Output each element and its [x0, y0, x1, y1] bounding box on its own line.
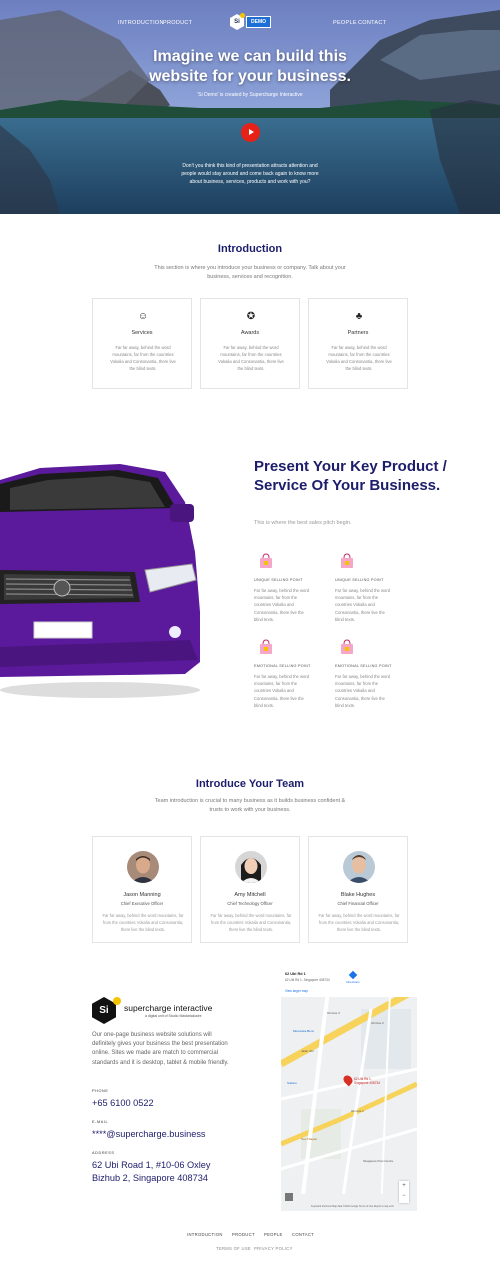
member-name: Blake Hughes	[340, 892, 376, 898]
member-text: Far far away, behind the word mountains,…	[102, 913, 184, 932]
avatar	[343, 851, 375, 883]
shopping-bag-icon	[341, 553, 353, 568]
map-label: Tea Chapter	[301, 1137, 318, 1141]
team-subtitle: Team introduction is crucial to many bus…	[154, 798, 346, 813]
selling-point-text: Far far away, behind the word mountains,…	[254, 588, 310, 622]
member-text: Far far away, behind the word mountains,…	[210, 913, 292, 932]
card-text: Far far away, behind the word mountains,…	[218, 345, 284, 371]
map-label: Singapore Post Centre	[363, 1159, 394, 1163]
footer-link-people[interactable]: PEOPLE	[264, 1232, 283, 1237]
map-place-address: 62 Ubi Rd 1, Singapore 408734	[285, 978, 330, 982]
map-label: Ubi Ave 1	[351, 1109, 364, 1113]
avatar	[235, 851, 267, 883]
team-card: Jason Manning Chief Executive Officer Fa…	[92, 836, 192, 943]
company-description: Our one-page business website solutions …	[92, 1032, 229, 1066]
logo-dot	[240, 13, 245, 18]
member-role: Chief Technology Officer	[227, 901, 273, 906]
shopping-bag-icon	[260, 553, 272, 568]
card-text: Far far away, behind the word mountains,…	[110, 345, 176, 371]
company-name: supercharge interactive	[124, 1003, 213, 1013]
directions-icon	[348, 970, 358, 980]
member-role: Chief Financial Officer	[337, 901, 379, 906]
partners-icon: ♣	[355, 311, 363, 322]
intro-title: Introduction	[217, 243, 283, 255]
selling-point-label: UNIQUE SELLING POINT	[335, 578, 384, 582]
shopping-bag-icon	[341, 639, 353, 654]
team-card: Blake Hughes Chief Financial Officer Far…	[308, 836, 408, 943]
member-name: Jason Manning	[123, 892, 161, 898]
product-subtitle: This is where the best sales pitch begin…	[254, 520, 352, 526]
nav-link-contact[interactable]: CONTACT	[358, 20, 386, 26]
selling-point-label: EMOTIONAL SELLING POINT	[254, 664, 311, 668]
company-tagline: a digital unit of Studio Mastarlakodre	[145, 1014, 202, 1018]
map-label: Subaru	[287, 1081, 297, 1085]
map-label: Ubi Ave 3	[327, 1011, 340, 1015]
selling-point-label: EMOTIONAL SELLING POINT	[335, 664, 392, 668]
selling-point-text: Far far away, behind the word mountains,…	[335, 588, 391, 622]
map-label: Ubi Ave 2	[371, 1021, 384, 1025]
address-line-1: 62 Ubi Road 1, #10-06 Oxley	[92, 1160, 211, 1170]
zoom-out-button[interactable]: −	[399, 1191, 409, 1201]
email-label: E-MAIL	[92, 1120, 109, 1124]
phone-label: PHONE	[92, 1089, 109, 1093]
directions-label: Directions	[346, 980, 360, 984]
site-logo[interactable]: Si DEMO	[230, 14, 271, 30]
footer-link-product[interactable]: PRODUCT	[232, 1232, 255, 1237]
services-icon: ☺	[137, 311, 149, 322]
card-title: Awards	[240, 330, 260, 336]
zoom-controls: + −	[399, 1181, 409, 1203]
product-title: Present Your Key Product / Service Of Yo…	[254, 458, 447, 494]
zoom-in-button[interactable]: +	[399, 1181, 409, 1191]
selling-point-text: Far far away, behind the word mountains,…	[254, 674, 310, 708]
hero-title-line-1: Imagine we can build this	[153, 48, 347, 65]
privacy-policy-link[interactable]: PRIVACY POLICY	[254, 1246, 293, 1251]
product-car-image	[0, 464, 200, 698]
selling-point-text: Far far away, behind the word mountains,…	[335, 674, 391, 708]
hero-description: Don't you think this kind of presentatio…	[181, 163, 319, 185]
team-card: Amy Mitchell Chief Technology Officer Fa…	[200, 836, 300, 943]
nav-link-people[interactable]: PEOPLE	[333, 20, 357, 26]
awards-icon: ✪	[246, 311, 256, 322]
member-name: Amy Mitchell	[234, 892, 266, 898]
intro-subtitle: This section is where you introduce your…	[154, 265, 346, 280]
footer-link-contact[interactable]: CONTACT	[292, 1232, 314, 1237]
footer-link-introduction[interactable]: INTRODUCTION	[187, 1232, 223, 1237]
directions-button[interactable]: Directions	[344, 970, 362, 984]
card-text: Far far away, behind the word mountains,…	[326, 345, 392, 371]
phone-number[interactable]: +65 6100 0522	[92, 1097, 154, 1110]
map-label: Jalan Ubi	[301, 1049, 314, 1053]
card-title: Partners	[347, 330, 369, 336]
hero-title-line-2: website for your business.	[149, 68, 351, 85]
member-text: Far far away, behind the word mountains,…	[318, 913, 400, 932]
email-address[interactable]: ****@supercharge.business	[92, 1128, 206, 1141]
street-view-icon[interactable]	[285, 1193, 293, 1201]
card-title: Services	[131, 330, 153, 336]
company-logo-dot	[113, 997, 121, 1005]
address-label: ADDRESS	[92, 1151, 115, 1155]
member-role: Chief Executive Officer	[120, 901, 164, 906]
team-title: Introduce Your Team	[195, 778, 305, 790]
shopping-bag-icon	[260, 639, 272, 654]
terms-of-use-link[interactable]: TERMS OF USE	[216, 1246, 251, 1251]
hero-title: Imagine we can build this website for yo…	[0, 47, 500, 87]
intro-card-awards: ✪ Awards Far far away, behind the word m…	[200, 298, 300, 389]
map-label: Mercedes-Benz	[293, 1029, 315, 1033]
nav-link-product[interactable]: PRODUCT	[163, 20, 192, 26]
play-video-button[interactable]	[241, 123, 260, 142]
hero-section: INTRODUCTION PRODUCT Si DEMO PEOPLE CONT…	[0, 0, 500, 214]
intro-card-partners: ♣ Partners Far far away, behind the word…	[308, 298, 408, 389]
demo-badge: DEMO	[246, 16, 271, 28]
hero-subtitle: 'Si Demo' is created by Supercharge Inte…	[197, 92, 303, 98]
intro-card-services: ☺ Services Far far away, behind the word…	[92, 298, 192, 389]
map-pin-label: 62 Ubi Rd 1, Singapore 408734	[354, 1077, 381, 1085]
google-map[interactable]: 62 Ubi Rd 1 62 Ubi Rd 1, Singapore 40873…	[281, 969, 417, 1211]
address-line-2: Bizhub 2, Singapore 408734	[92, 1173, 208, 1183]
map-canvas[interactable]	[281, 969, 417, 1211]
map-place-name: 62 Ubi Rd 1	[285, 972, 306, 976]
map-attribution: Keyboard shortcuts Map data ©2021 Google…	[311, 1205, 394, 1208]
avatar	[127, 851, 159, 883]
view-larger-map-link[interactable]: View larger map	[285, 989, 308, 993]
nav-link-introduction[interactable]: INTRODUCTION	[118, 20, 164, 26]
selling-point-label: UNIQUE SELLING POINT	[254, 578, 303, 582]
